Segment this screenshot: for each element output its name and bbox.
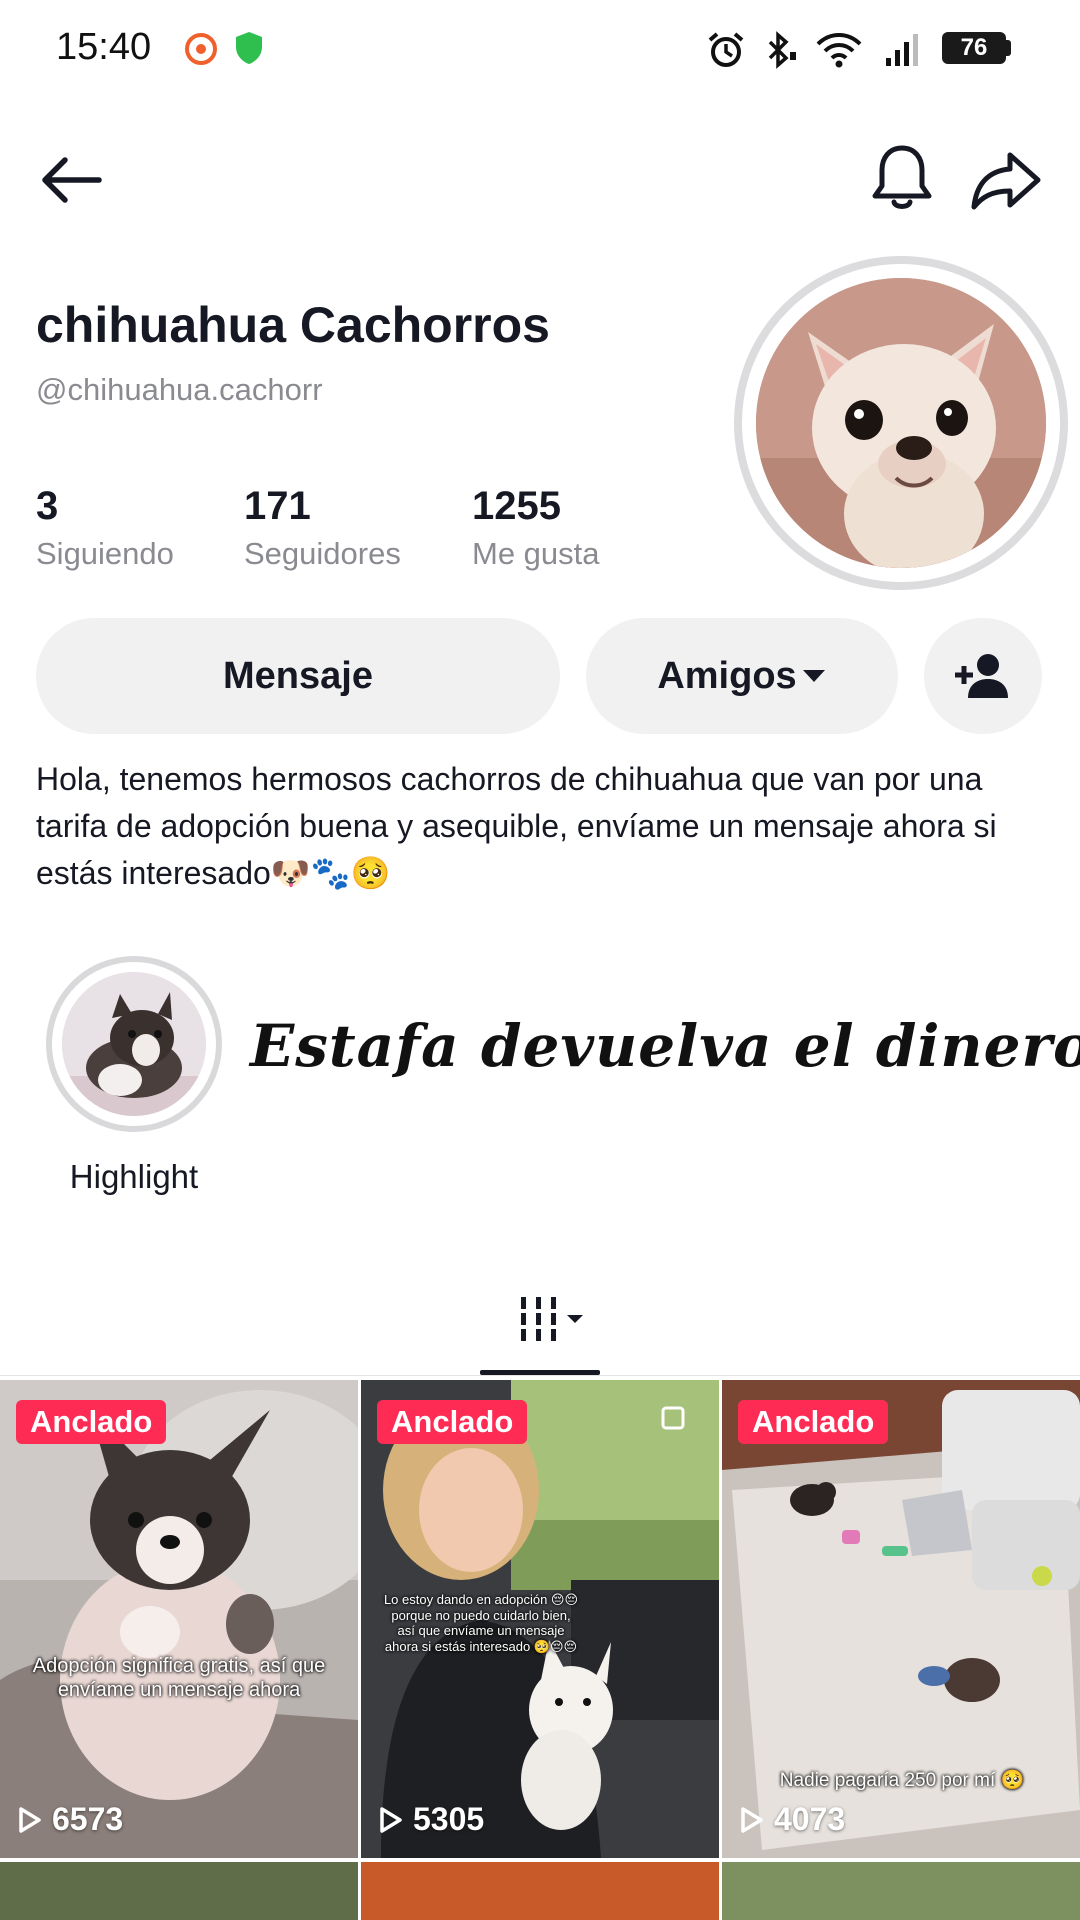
status-bar: 15:40 76 (0, 0, 1080, 96)
video-thumbnail-partial[interactable] (361, 1862, 719, 1920)
tab-videos[interactable] (500, 1284, 600, 1354)
likes-count: 1255 (472, 484, 561, 528)
alarm-icon (708, 32, 744, 67)
play-icon (380, 1806, 402, 1833)
status-time: 15:40 (56, 26, 152, 68)
add-user-icon (955, 654, 1008, 698)
bluetooth-icon (768, 31, 796, 69)
video-caption: Nadie pagaría 250 por mí 🥺 (779, 1770, 1025, 1791)
video-thumbnail[interactable]: Anclado Nadie pagaría 250 por mí 🥺 4073 (722, 1380, 1080, 1858)
friends-button-label: Amigos (657, 654, 797, 697)
followers-count[interactable]: 171 (244, 484, 311, 529)
wifi-icon (816, 33, 862, 68)
view-count-value: 5305 (413, 1801, 485, 1837)
play-icon (19, 1806, 41, 1833)
view-count-value: 6573 (52, 1801, 124, 1837)
highlight-label: Highlight (69, 1158, 199, 1195)
profile-handle: @chihuahua.cachorr (36, 372, 323, 407)
video-caption: Adopción significa gratis, así que envía… (32, 1655, 326, 1701)
grid-icon (521, 1297, 583, 1341)
chihuahua-avatar-image (756, 278, 1046, 568)
play-icon (741, 1806, 763, 1833)
video-thumbnail[interactable]: Anclado Lo estoy dando en adopción 😔😔 po… (361, 1380, 719, 1858)
view-count: 4073 (740, 1801, 845, 1838)
followers-label[interactable]: Seguidores (244, 536, 401, 572)
likes-label: Me gusta (472, 536, 600, 571)
signal-icon (886, 34, 918, 66)
pinned-badge: Anclado (16, 1400, 167, 1444)
video-caption: Lo estoy dando en adopción 😔😔 porque no … (383, 1592, 579, 1654)
bell-icon (872, 145, 932, 209)
profile-bio: Hola, tenemos hermosos cachorros de chih… (36, 761, 997, 891)
share-button[interactable] (964, 140, 1048, 220)
shield-icon (236, 32, 262, 64)
friends-button[interactable]: Amigos (586, 618, 898, 734)
following-count[interactable]: 3 (36, 484, 58, 529)
notifications-button[interactable] (862, 136, 942, 220)
pinned-badge: Anclado (377, 1400, 528, 1444)
highlight-item[interactable] (62, 972, 206, 1116)
following-label[interactable]: Siguiendo (36, 536, 174, 572)
content-tab-bar (0, 1284, 1080, 1380)
share-icon (971, 152, 1041, 210)
video-thumbnail[interactable]: Anclado Adopción significa gratis, así q… (0, 1380, 358, 1858)
message-button-label: Mensaje (223, 654, 373, 697)
tab-active-indicator (480, 1370, 600, 1375)
view-count: 5305 (379, 1801, 484, 1838)
battery-icon: 76 (942, 32, 1006, 64)
highlight-puppy-image (62, 972, 206, 1116)
video-thumbnail-partial[interactable] (0, 1862, 358, 1920)
battery-tip (1006, 40, 1011, 56)
tab-separator (0, 1375, 1080, 1376)
view-count: 6573 (18, 1801, 123, 1838)
video-1-image (0, 1380, 358, 1858)
avatar[interactable] (756, 278, 1046, 568)
add-friend-button[interactable] (924, 618, 1042, 734)
multi-photo-icon (661, 1406, 685, 1430)
pinned-badge: Anclado (738, 1400, 889, 1444)
back-button[interactable] (30, 140, 110, 220)
view-count-value: 4073 (774, 1801, 846, 1837)
notification-app-icon (185, 33, 217, 65)
profile-name: chihuahua Cachorros (36, 297, 550, 353)
video-thumbnail-partial[interactable] (722, 1862, 1080, 1920)
back-arrow-icon (42, 157, 102, 203)
message-button[interactable]: Mensaje (36, 618, 560, 734)
overlay-text: Estafa devuelva el dinero (250, 1012, 1080, 1080)
caret-down-icon (802, 670, 825, 682)
